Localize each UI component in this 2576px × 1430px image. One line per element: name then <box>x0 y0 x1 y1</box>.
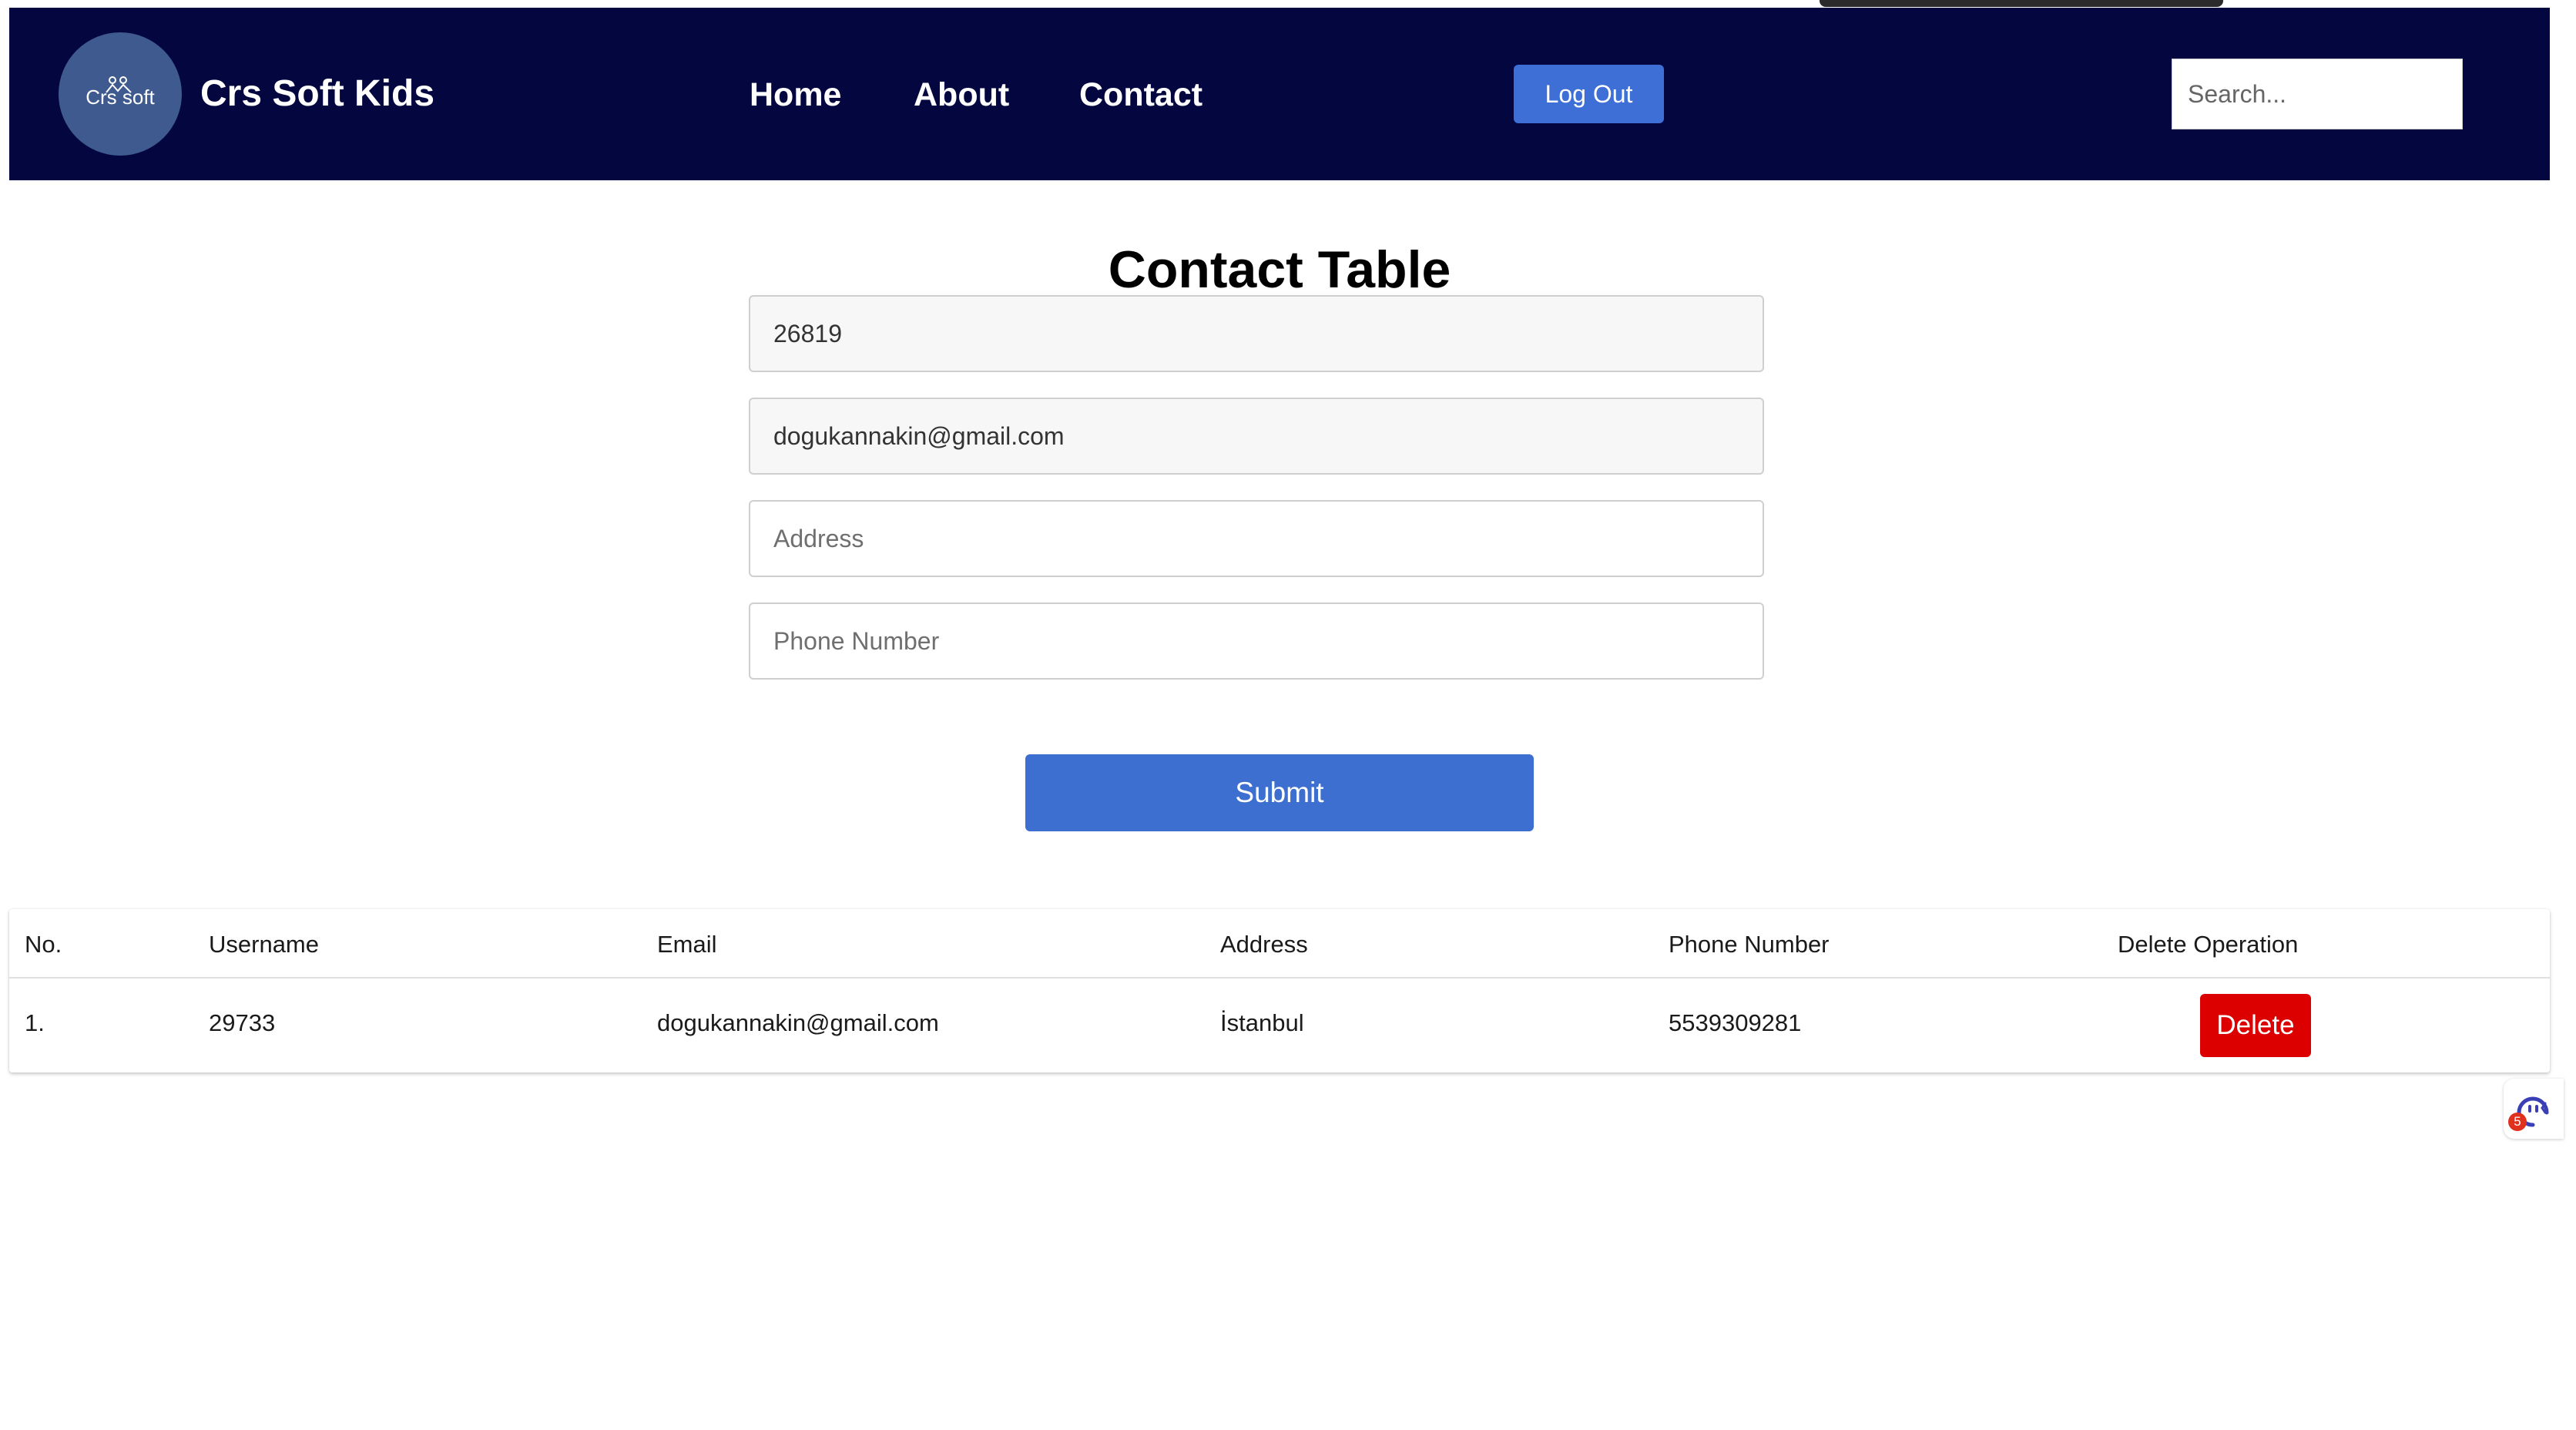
nav-contact-link[interactable]: Contact <box>1079 79 1202 112</box>
column-header-email: Email <box>657 931 717 958</box>
column-header-phone-number: Phone Number <box>1669 931 1830 958</box>
column-header-delete-operation: Delete Operation <box>2118 931 2299 958</box>
logout-button[interactable]: Log Out <box>1514 65 1664 123</box>
username-field[interactable] <box>749 295 1764 372</box>
support-widget[interactable]: 5 <box>2504 1079 2564 1139</box>
page-title: Contact Table <box>1108 240 1451 299</box>
nav-about-link[interactable]: About <box>914 79 1009 112</box>
row-number: 1. <box>25 1009 45 1036</box>
search-input[interactable] <box>2172 59 2463 129</box>
address-field[interactable] <box>749 500 1764 577</box>
brand-logo[interactable]: Crs soft <box>59 32 182 156</box>
brand-name[interactable]: Crs Soft Kids <box>200 76 434 112</box>
delete-button[interactable]: Delete <box>2200 994 2311 1057</box>
submit-button[interactable]: Submit <box>1025 754 1534 831</box>
row-address: İstanbul <box>1220 1009 1304 1036</box>
contact-table: No. Username Email Address Phone Number … <box>9 909 2550 1072</box>
notification-badge: 5 <box>2508 1113 2527 1131</box>
browser-overlay-strip <box>1820 0 2223 7</box>
row-email: dogukannakin@gmail.com <box>657 1009 939 1036</box>
table-row: 1. 29733 dogukannakin@gmail.com İstanbul… <box>9 979 2550 1072</box>
table-header-row: No. Username Email Address Phone Number … <box>9 909 2550 979</box>
column-header-no: No. <box>25 931 62 958</box>
phone-number-field[interactable] <box>749 603 1764 680</box>
column-header-username: Username <box>209 931 319 958</box>
navbar: Crs soft Crs Soft Kids Home About Contac… <box>9 8 2550 180</box>
email-field[interactable] <box>749 398 1764 475</box>
logo-text: Crs soft <box>86 85 155 109</box>
row-username: 29733 <box>209 1009 276 1036</box>
nav-home-link[interactable]: Home <box>750 79 841 112</box>
column-header-address: Address <box>1220 931 1308 958</box>
row-phone-number: 5539309281 <box>1669 1009 1802 1036</box>
